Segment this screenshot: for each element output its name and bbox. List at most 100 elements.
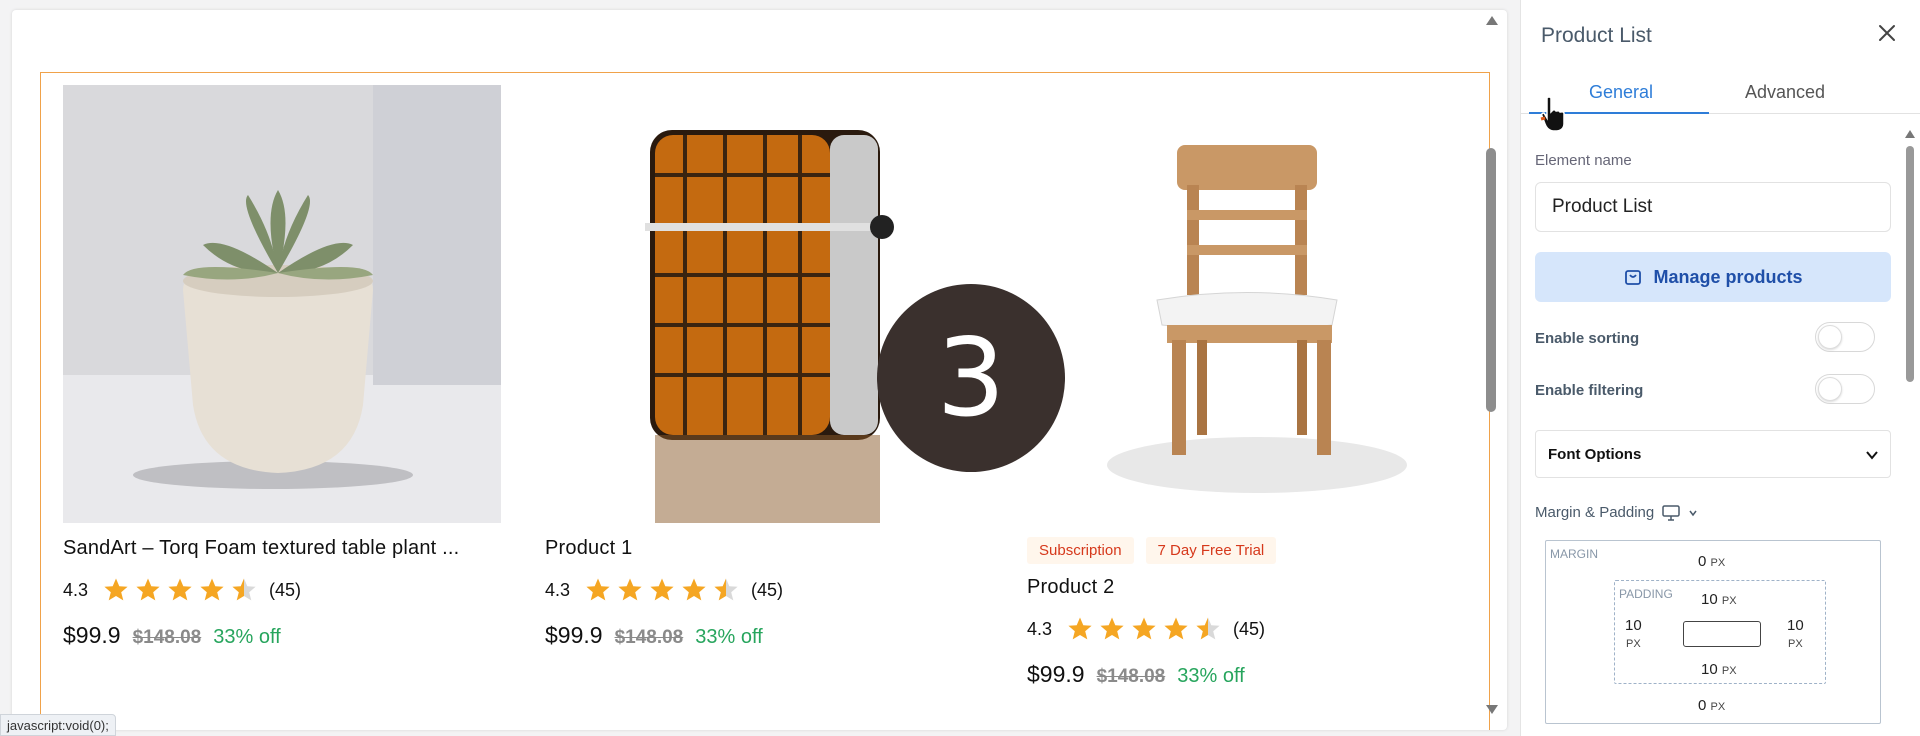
app-root: SandArt – Torq Foam textured table plant… bbox=[0, 0, 1920, 736]
product-list-element[interactable]: SandArt – Torq Foam textured table plant… bbox=[40, 72, 1490, 730]
margin-top-value[interactable]: 0 PX bbox=[1698, 553, 1725, 570]
star-full-icon bbox=[1100, 617, 1124, 640]
star-full-icon bbox=[1164, 617, 1188, 640]
margin-label: MARGIN bbox=[1550, 547, 1598, 561]
star-full-icon bbox=[586, 578, 610, 601]
price: $99.9 bbox=[1027, 661, 1085, 687]
content-box bbox=[1683, 621, 1761, 647]
rating-value: 4.3 bbox=[1027, 618, 1053, 639]
review-count: (45) bbox=[751, 579, 784, 600]
star-half-icon bbox=[1196, 617, 1220, 640]
product-card[interactable]: Subscription 7 Day Free Trial Product 2 … bbox=[1027, 85, 1467, 688]
tab-advanced[interactable]: Advanced bbox=[1745, 82, 1825, 103]
margin-bottom-value[interactable]: 0 PX bbox=[1698, 697, 1725, 714]
rating-row: 4.3 (45) bbox=[63, 576, 503, 604]
star-rating bbox=[1067, 616, 1221, 642]
star-half-icon bbox=[232, 578, 256, 601]
enable-sorting-toggle[interactable] bbox=[1815, 322, 1875, 352]
font-options-dropdown[interactable]: Font Options bbox=[1535, 430, 1891, 478]
enable-filtering-toggle[interactable] bbox=[1815, 374, 1875, 404]
price: $99.9 bbox=[545, 622, 603, 648]
panel-title: Product List bbox=[1541, 24, 1652, 47]
element-name-label: Element name bbox=[1535, 152, 1632, 169]
chevron-down-icon bbox=[1866, 451, 1878, 460]
scroll-down-arrow-icon[interactable] bbox=[1486, 705, 1498, 714]
product-title[interactable]: Product 2 bbox=[1027, 576, 1467, 599]
product-image[interactable] bbox=[1027, 85, 1465, 523]
margin-padding-label: Margin & Padding bbox=[1535, 504, 1655, 521]
product-title[interactable]: SandArt – Torq Foam textured table plant… bbox=[63, 537, 503, 560]
subscription-badge: Subscription bbox=[1027, 537, 1134, 564]
old-price: $148.08 bbox=[614, 627, 684, 648]
chair-image bbox=[1027, 85, 1465, 523]
padding-right-number: 10 bbox=[1787, 617, 1804, 634]
margin-top-number: 0 bbox=[1698, 553, 1707, 570]
product-image[interactable] bbox=[63, 85, 501, 523]
canvas-scrollbar[interactable] bbox=[1483, 12, 1499, 718]
price-row: $99.9 $148.08 33% off bbox=[1027, 661, 1467, 688]
manage-products-button[interactable]: Manage products bbox=[1535, 252, 1891, 302]
margin-padding-header: Margin & Padding bbox=[1535, 504, 1698, 521]
star-rating bbox=[585, 577, 739, 603]
box-model-editor: MARGIN 0 PX PADDING 10 PX 10 PX 10 PX 10 P… bbox=[1545, 540, 1881, 724]
margin-bottom-number: 0 bbox=[1698, 697, 1707, 714]
step-marker: 3 bbox=[877, 284, 1065, 472]
star-full-icon bbox=[136, 578, 160, 601]
scrollbar-thumb[interactable] bbox=[1486, 148, 1496, 412]
desktop-monitor-icon[interactable] bbox=[1662, 504, 1680, 521]
enable-sorting-label: Enable sorting bbox=[1535, 330, 1640, 347]
free-trial-badge: 7 Day Free Trial bbox=[1145, 537, 1277, 564]
padding-bottom-value[interactable]: 10 PX bbox=[1701, 661, 1737, 678]
price-row: $99.9 $148.08 33% off bbox=[63, 622, 503, 649]
product-badges: Subscription 7 Day Free Trial bbox=[1027, 537, 1467, 564]
review-count: (45) bbox=[1233, 618, 1266, 639]
old-price: $148.08 bbox=[132, 627, 202, 648]
tab-general[interactable]: General bbox=[1589, 82, 1653, 103]
toggle-knob bbox=[1818, 377, 1842, 401]
scroll-up-arrow-icon[interactable] bbox=[1486, 16, 1498, 25]
padding-label: PADDING bbox=[1619, 587, 1673, 601]
star-full-icon bbox=[1068, 617, 1092, 640]
product-title[interactable]: Product 1 bbox=[545, 537, 985, 560]
star-half-icon bbox=[714, 578, 738, 601]
star-full-icon bbox=[618, 578, 642, 601]
unit-label: PX bbox=[1710, 701, 1726, 713]
padding-right-value[interactable]: 10 PX bbox=[1787, 617, 1804, 651]
star-full-icon bbox=[1132, 617, 1156, 640]
price: $99.9 bbox=[63, 622, 121, 648]
product-card[interactable]: SandArt – Torq Foam textured table plant… bbox=[63, 85, 503, 649]
discount: 33% off bbox=[213, 626, 281, 648]
padding-left-value[interactable]: 10 PX bbox=[1625, 617, 1642, 651]
unit-label: PX bbox=[1788, 638, 1803, 650]
panel-tabs: General Advanced bbox=[1521, 78, 1920, 114]
star-full-icon bbox=[168, 578, 192, 601]
shopping-bag-icon bbox=[1625, 270, 1642, 285]
unit-label: PX bbox=[1710, 557, 1726, 569]
discount: 33% off bbox=[1177, 665, 1245, 687]
scroll-up-arrow-icon[interactable] bbox=[1905, 130, 1915, 138]
rating-row: 4.3 (45) bbox=[1027, 615, 1467, 643]
close-icon[interactable] bbox=[1874, 20, 1900, 46]
unit-label: PX bbox=[1721, 665, 1737, 677]
old-price: $148.08 bbox=[1096, 666, 1166, 687]
padding-bottom-number: 10 bbox=[1701, 661, 1718, 678]
chevron-down-icon[interactable] bbox=[1688, 508, 1698, 518]
star-full-icon bbox=[650, 578, 674, 601]
toggle-knob bbox=[1818, 325, 1842, 349]
star-rating bbox=[103, 577, 257, 603]
element-name-input[interactable] bbox=[1535, 182, 1891, 232]
panel-scrollbar[interactable] bbox=[1904, 128, 1916, 728]
padding-box: PADDING 10 PX 10 PX 10 PX 10 PX bbox=[1614, 580, 1826, 684]
unit-label: PX bbox=[1626, 638, 1641, 650]
scrollbar-thumb[interactable] bbox=[1906, 146, 1914, 382]
succulent-plant-image bbox=[63, 85, 501, 523]
padding-top-value[interactable]: 10 PX bbox=[1701, 591, 1737, 608]
discount: 33% off bbox=[695, 626, 763, 648]
review-count: (45) bbox=[269, 579, 302, 600]
padding-top-number: 10 bbox=[1701, 591, 1718, 608]
hand-cursor-icon bbox=[1540, 96, 1565, 132]
star-full-icon bbox=[104, 578, 128, 601]
unit-label: PX bbox=[1721, 595, 1737, 607]
padding-left-number: 10 bbox=[1625, 617, 1642, 634]
preview-canvas: SandArt – Torq Foam textured table plant… bbox=[12, 10, 1507, 730]
